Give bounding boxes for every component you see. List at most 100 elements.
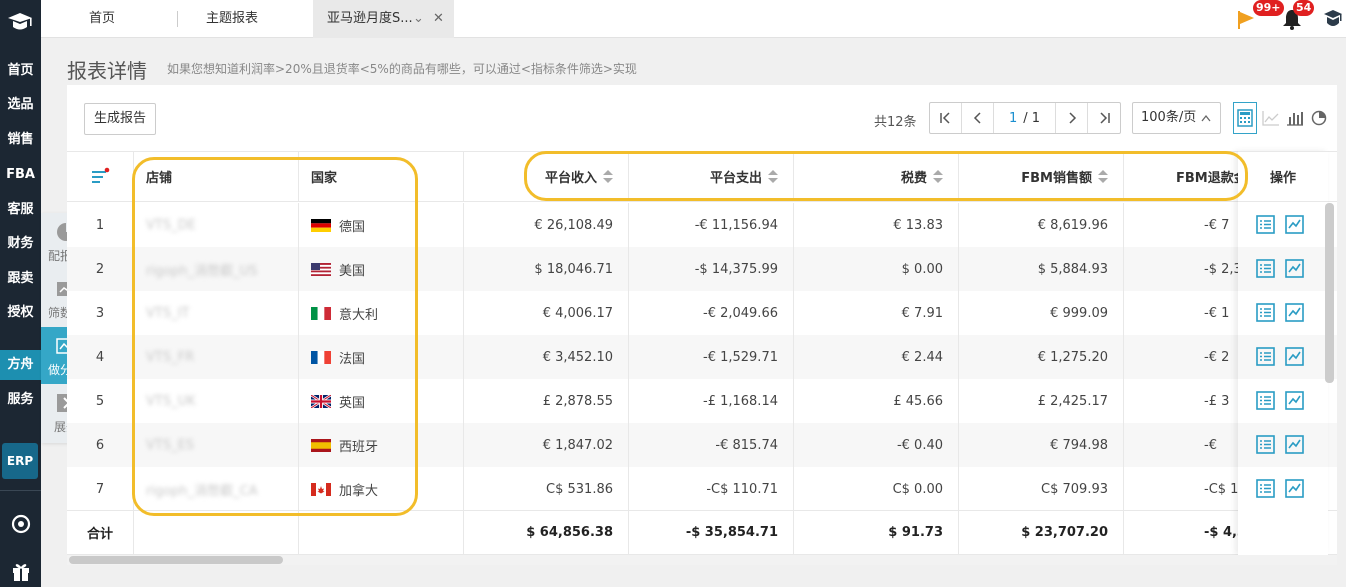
sort-icon[interactable]	[933, 169, 943, 184]
first-page-button[interactable]	[930, 103, 962, 133]
generate-report-button[interactable]: 生成报告	[84, 103, 156, 135]
table-row[interactable]: 2 rigoph_涓嶅叡_US 美国 $ 18,046.71 -$ 14,375.99 $…	[67, 247, 1337, 291]
trend-chart-icon[interactable]	[1285, 303, 1304, 322]
operations-cell	[1238, 379, 1328, 423]
nav-item-home[interactable]: 首页	[0, 56, 41, 86]
chevron-down-icon[interactable]: ⌄	[413, 0, 424, 38]
erp-button[interactable]: ERP	[2, 443, 38, 479]
store-name: rigoph_涓嶅叡_CA	[146, 483, 258, 499]
first-page-icon	[939, 112, 950, 124]
trend-chart-icon[interactable]	[1285, 215, 1304, 234]
tab-home[interactable]: 首页	[71, 0, 131, 38]
table-row[interactable]: 7 rigoph_涓嶅叡_CA 加拿大 C$ 531.86 -C$ 110.71 C$ 0…	[67, 467, 1337, 511]
nav-item-ark[interactable]: 方舟	[0, 350, 41, 380]
nav-item-authorize[interactable]: 授权	[0, 298, 41, 328]
bar-view-button[interactable]	[1283, 102, 1307, 134]
total-label: 合计	[67, 511, 134, 554]
column-label: 平台支出	[709, 171, 762, 186]
column-header-expense[interactable]: 平台支出	[629, 152, 794, 201]
trend-chart-icon[interactable]	[1285, 347, 1304, 366]
detail-list-icon[interactable]	[1256, 215, 1275, 234]
column-settings-button[interactable]	[67, 152, 134, 201]
operations-column: 操作	[1238, 151, 1328, 555]
nav-item-service[interactable]: 客服	[0, 195, 41, 225]
column-header-store: 店铺	[134, 152, 299, 201]
detail-list-icon[interactable]	[1256, 391, 1275, 410]
sort-icon[interactable]	[768, 169, 778, 184]
table-row[interactable]: 6 VTS_ES 西班牙 € 1,847.02 -€ 815.74 -€ 0.40 € 79…	[67, 423, 1337, 467]
column-header-income[interactable]: 平台收入	[464, 152, 629, 201]
detail-list-icon[interactable]	[1256, 303, 1275, 322]
horizontal-scrollbar[interactable]	[69, 556, 283, 564]
calculator-icon	[1237, 109, 1253, 127]
column-header-operations: 操作	[1238, 151, 1328, 202]
tab-theme-report[interactable]: 主题报表	[191, 0, 301, 38]
pagination: 1 / 1	[929, 102, 1121, 134]
nav-item-finance[interactable]: 财务	[0, 229, 41, 259]
last-page-icon	[1100, 112, 1110, 124]
report-card: 生成报告 共12条 1 / 1 100条/页 店铺 国家 平台收入 平台支出 税…	[67, 85, 1337, 565]
trend-chart-icon[interactable]	[1285, 391, 1304, 410]
close-icon[interactable]: ✕	[433, 0, 444, 38]
column-header-fbm-sales[interactable]: FBM销售额	[959, 152, 1124, 201]
trend-chart-icon[interactable]	[1285, 435, 1304, 454]
column-label: 税费	[900, 171, 927, 186]
line-view-button[interactable]	[1259, 102, 1283, 134]
table-row[interactable]: 1 VTS_DE 德国 € 26,108.49 -€ 11,156.94 € 13.83 €…	[67, 203, 1337, 247]
us-flag-icon	[311, 262, 331, 276]
store-name: VTS_FR	[146, 349, 195, 365]
total-pages: / 1	[1023, 110, 1041, 126]
table-row[interactable]: 4 VTS_FR 法国 € 3,452.10 -€ 1,529.71 € 2.44 € 1,…	[67, 335, 1337, 379]
store-name: VTS_DE	[146, 217, 196, 233]
nav-item-services[interactable]: 服务	[0, 385, 41, 415]
store-name: VTS_IT	[146, 305, 190, 321]
country-cell: 英国	[299, 379, 464, 423]
detail-list-icon[interactable]	[1256, 435, 1275, 454]
country-name: 意大利	[339, 307, 379, 323]
support-icon[interactable]	[10, 513, 32, 535]
avatar[interactable]	[1322, 8, 1344, 30]
tab-label: 亚马逊月度S...	[327, 11, 413, 26]
nav-item-follow-sell[interactable]: 跟卖	[0, 264, 41, 294]
country-cell: 西班牙	[299, 423, 464, 467]
sort-icon[interactable]	[1098, 169, 1108, 184]
prev-page-button[interactable]	[962, 103, 994, 133]
current-page[interactable]: 1	[1009, 111, 1017, 126]
tax-cell: € 13.83	[794, 203, 959, 247]
page-size-value: 100条/页	[1141, 110, 1197, 125]
country-name: 英国	[339, 395, 366, 411]
gift-icon[interactable]	[10, 560, 32, 582]
income-cell: C$ 531.86	[464, 467, 629, 511]
expense-cell: -£ 1,168.14	[629, 379, 794, 423]
total-tax: $ 91.73	[794, 511, 959, 554]
store-cell: VTS_UK	[134, 379, 299, 423]
page-title: 报表详情	[67, 59, 147, 83]
nav-item-sales[interactable]: 销售	[0, 125, 41, 155]
expense-cell: -€ 11,156.94	[629, 203, 794, 247]
de-flag-icon	[311, 218, 331, 232]
operations-cell	[1238, 335, 1328, 379]
nav-item-fba[interactable]: FBA	[0, 160, 41, 190]
table-row[interactable]: 5 VTS_UK 英国 £ 2,878.55 -£ 1,168.14 £ 45.66 £ 2…	[67, 379, 1337, 423]
trend-chart-icon[interactable]	[1285, 259, 1304, 278]
table-view-button[interactable]	[1233, 102, 1257, 134]
page-size-select[interactable]: 100条/页	[1132, 102, 1221, 134]
tax-cell: € 7.91	[794, 291, 959, 335]
sort-icon[interactable]	[603, 169, 613, 184]
detail-list-icon[interactable]	[1256, 479, 1275, 498]
trend-chart-icon[interactable]	[1285, 479, 1304, 498]
detail-list-icon[interactable]	[1256, 347, 1275, 366]
nav-item-selection[interactable]: 选品	[0, 90, 41, 120]
table-row[interactable]: 3 VTS_IT 意大利 € 4,006.17 -€ 2,049.66 € 7.91 € 9…	[67, 291, 1337, 335]
last-page-button[interactable]	[1088, 103, 1120, 133]
total-count: 共12条	[874, 115, 917, 130]
country-cell: 加拿大	[299, 467, 464, 511]
next-page-button[interactable]	[1056, 103, 1088, 133]
column-header-tax[interactable]: 税费	[794, 152, 959, 201]
operations-cell	[1238, 467, 1328, 511]
tab-amazon-monthly[interactable]: 亚马逊月度S... ⌄ ✕	[313, 0, 454, 38]
pie-view-button[interactable]	[1307, 102, 1331, 134]
vertical-scrollbar[interactable]	[1325, 203, 1334, 383]
operations-cell	[1238, 203, 1328, 247]
detail-list-icon[interactable]	[1256, 259, 1275, 278]
